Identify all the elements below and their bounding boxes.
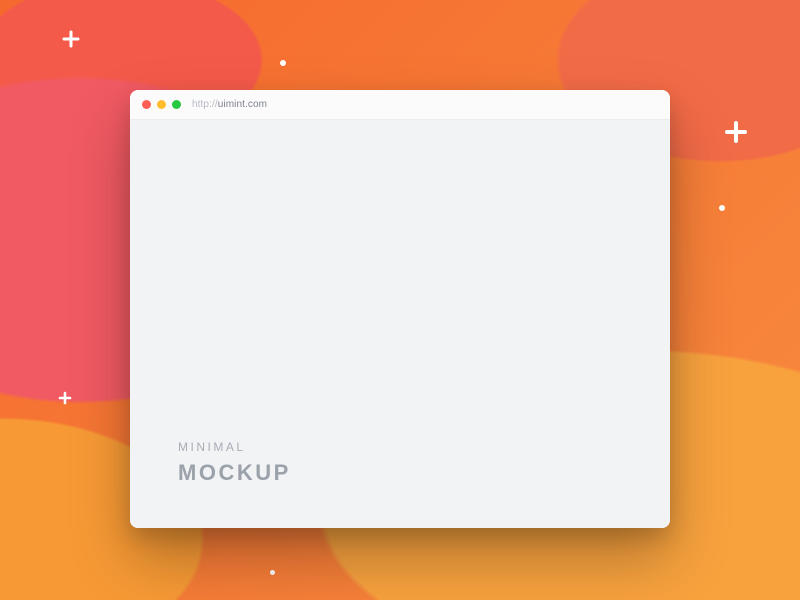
dot-icon: [280, 60, 286, 66]
dot-icon: [270, 570, 275, 575]
plus-icon: [58, 391, 72, 405]
plus-icon: [724, 120, 748, 144]
minimize-button[interactable]: [157, 100, 166, 109]
url-protocol: http://: [192, 99, 218, 110]
subtitle-text: MINIMAL: [178, 440, 291, 454]
close-button[interactable]: [142, 100, 151, 109]
dot-icon: [719, 205, 725, 211]
window-controls: [142, 100, 181, 109]
address-bar[interactable]: http://uimint.com: [192, 99, 267, 110]
plus-icon: [62, 30, 80, 48]
maximize-button[interactable]: [172, 100, 181, 109]
url-host: uimint.com: [218, 99, 267, 110]
browser-content: MINIMAL MOCKUP: [130, 120, 670, 528]
browser-window: http://uimint.com MINIMAL MOCKUP: [130, 90, 670, 528]
title-text: MOCKUP: [178, 460, 291, 486]
browser-titlebar: http://uimint.com: [130, 90, 670, 120]
title-block: MINIMAL MOCKUP: [178, 440, 291, 486]
